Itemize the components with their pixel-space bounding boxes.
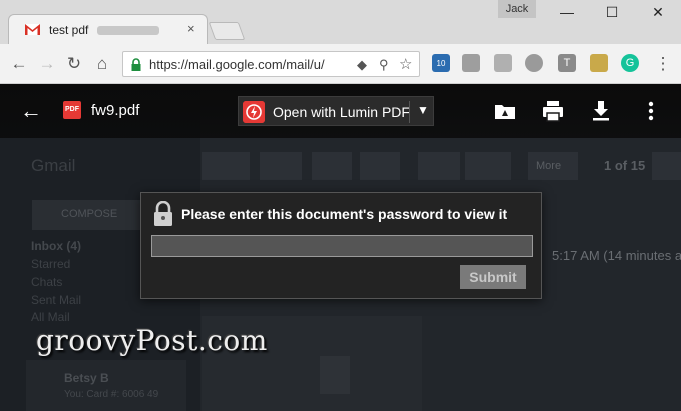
password-dialog: Please enter this document's password to…: [140, 192, 542, 299]
title-bar: test pdf × Jack — ☐ ✕: [0, 0, 681, 44]
sent-link: Sent Mail: [31, 293, 82, 307]
chrome-menu-icon[interactable]: ⋮: [652, 53, 674, 75]
contact-name: Betsy B: [64, 371, 109, 385]
open-with-label: Open with Lumin PDF: [273, 104, 410, 120]
extension-icon[interactable]: [494, 54, 512, 72]
bookmark-star-icon[interactable]: ☆: [399, 55, 412, 73]
reload-button[interactable]: ↻: [63, 53, 85, 75]
password-input[interactable]: [151, 235, 533, 257]
divider: [409, 101, 410, 123]
all-mail-link: All Mail: [31, 310, 70, 324]
tab-close-icon[interactable]: ×: [187, 21, 195, 36]
diamond-icon[interactable]: ◆: [357, 57, 367, 73]
email-time: 5:17 AM (14 minutes a: [552, 248, 681, 263]
open-with-button[interactable]: Open with Lumin PDF ▼: [238, 96, 434, 126]
pdf-toolbar: ← PDF fw9.pdf Open with Lumin PDF ▼: [0, 84, 681, 138]
reddit-icon[interactable]: [525, 54, 543, 72]
minimize-button[interactable]: —: [552, 4, 582, 20]
gmail-icon: [25, 24, 40, 35]
home-button[interactable]: ⌂: [91, 53, 113, 75]
chevron-down-icon[interactable]: ▼: [417, 103, 429, 117]
extension-icon[interactable]: T: [558, 54, 576, 72]
extension-icon[interactable]: [462, 54, 480, 72]
browser-toolbar: ← → ↻ ⌂ https://mail.google.com/mail/u/ …: [0, 44, 681, 84]
submit-button[interactable]: Submit: [460, 265, 526, 289]
extension-icon[interactable]: 10: [432, 54, 450, 72]
back-button[interactable]: ←: [8, 53, 30, 75]
pdf-file-icon: PDF: [63, 101, 81, 119]
back-arrow-icon[interactable]: ←: [20, 98, 42, 124]
chats-link: Chats: [31, 275, 63, 289]
add-to-drive-icon[interactable]: [492, 98, 518, 124]
profile-button[interactable]: Jack: [498, 0, 536, 18]
browser-tab[interactable]: test pdf ×: [8, 14, 208, 44]
secure-lock-icon: [131, 58, 141, 71]
tab-title-redacted: [97, 26, 159, 35]
more-options-icon[interactable]: [638, 98, 664, 124]
print-icon[interactable]: [540, 98, 566, 124]
watermark: groovyPost.com: [36, 324, 268, 357]
url-text: https://mail.google.com/mail/u/: [149, 57, 325, 72]
maximize-button[interactable]: ☐: [597, 4, 627, 21]
inbox-link: Inbox (4): [31, 239, 81, 253]
gmail-logo: Gmail: [31, 156, 76, 175]
extension-badge: 10: [436, 59, 446, 68]
notes-icon[interactable]: [590, 54, 608, 72]
password-prompt: Please enter this document's password to…: [181, 206, 508, 222]
key-icon[interactable]: ⚲: [379, 57, 389, 73]
more-button: More: [536, 160, 562, 172]
forward-button[interactable]: →: [36, 53, 58, 75]
lumin-pdf-icon: [243, 101, 265, 123]
file-name: fw9.pdf: [91, 102, 140, 119]
compose-button: COMPOSE: [61, 208, 118, 220]
pager-text: 1 of 15: [604, 158, 646, 173]
address-bar[interactable]: https://mail.google.com/mail/u/ ◆ ⚲ ☆: [122, 51, 420, 77]
close-window-button[interactable]: ✕: [643, 4, 673, 21]
contact-snippet: You: Card #: 6006 49: [64, 389, 159, 400]
grammarly-icon[interactable]: G: [621, 54, 639, 72]
new-tab-button[interactable]: [208, 22, 246, 40]
starred-link: Starred: [31, 257, 71, 271]
lock-icon: [154, 201, 172, 226]
tab-title: test pdf: [49, 23, 89, 37]
download-icon[interactable]: [588, 98, 614, 124]
